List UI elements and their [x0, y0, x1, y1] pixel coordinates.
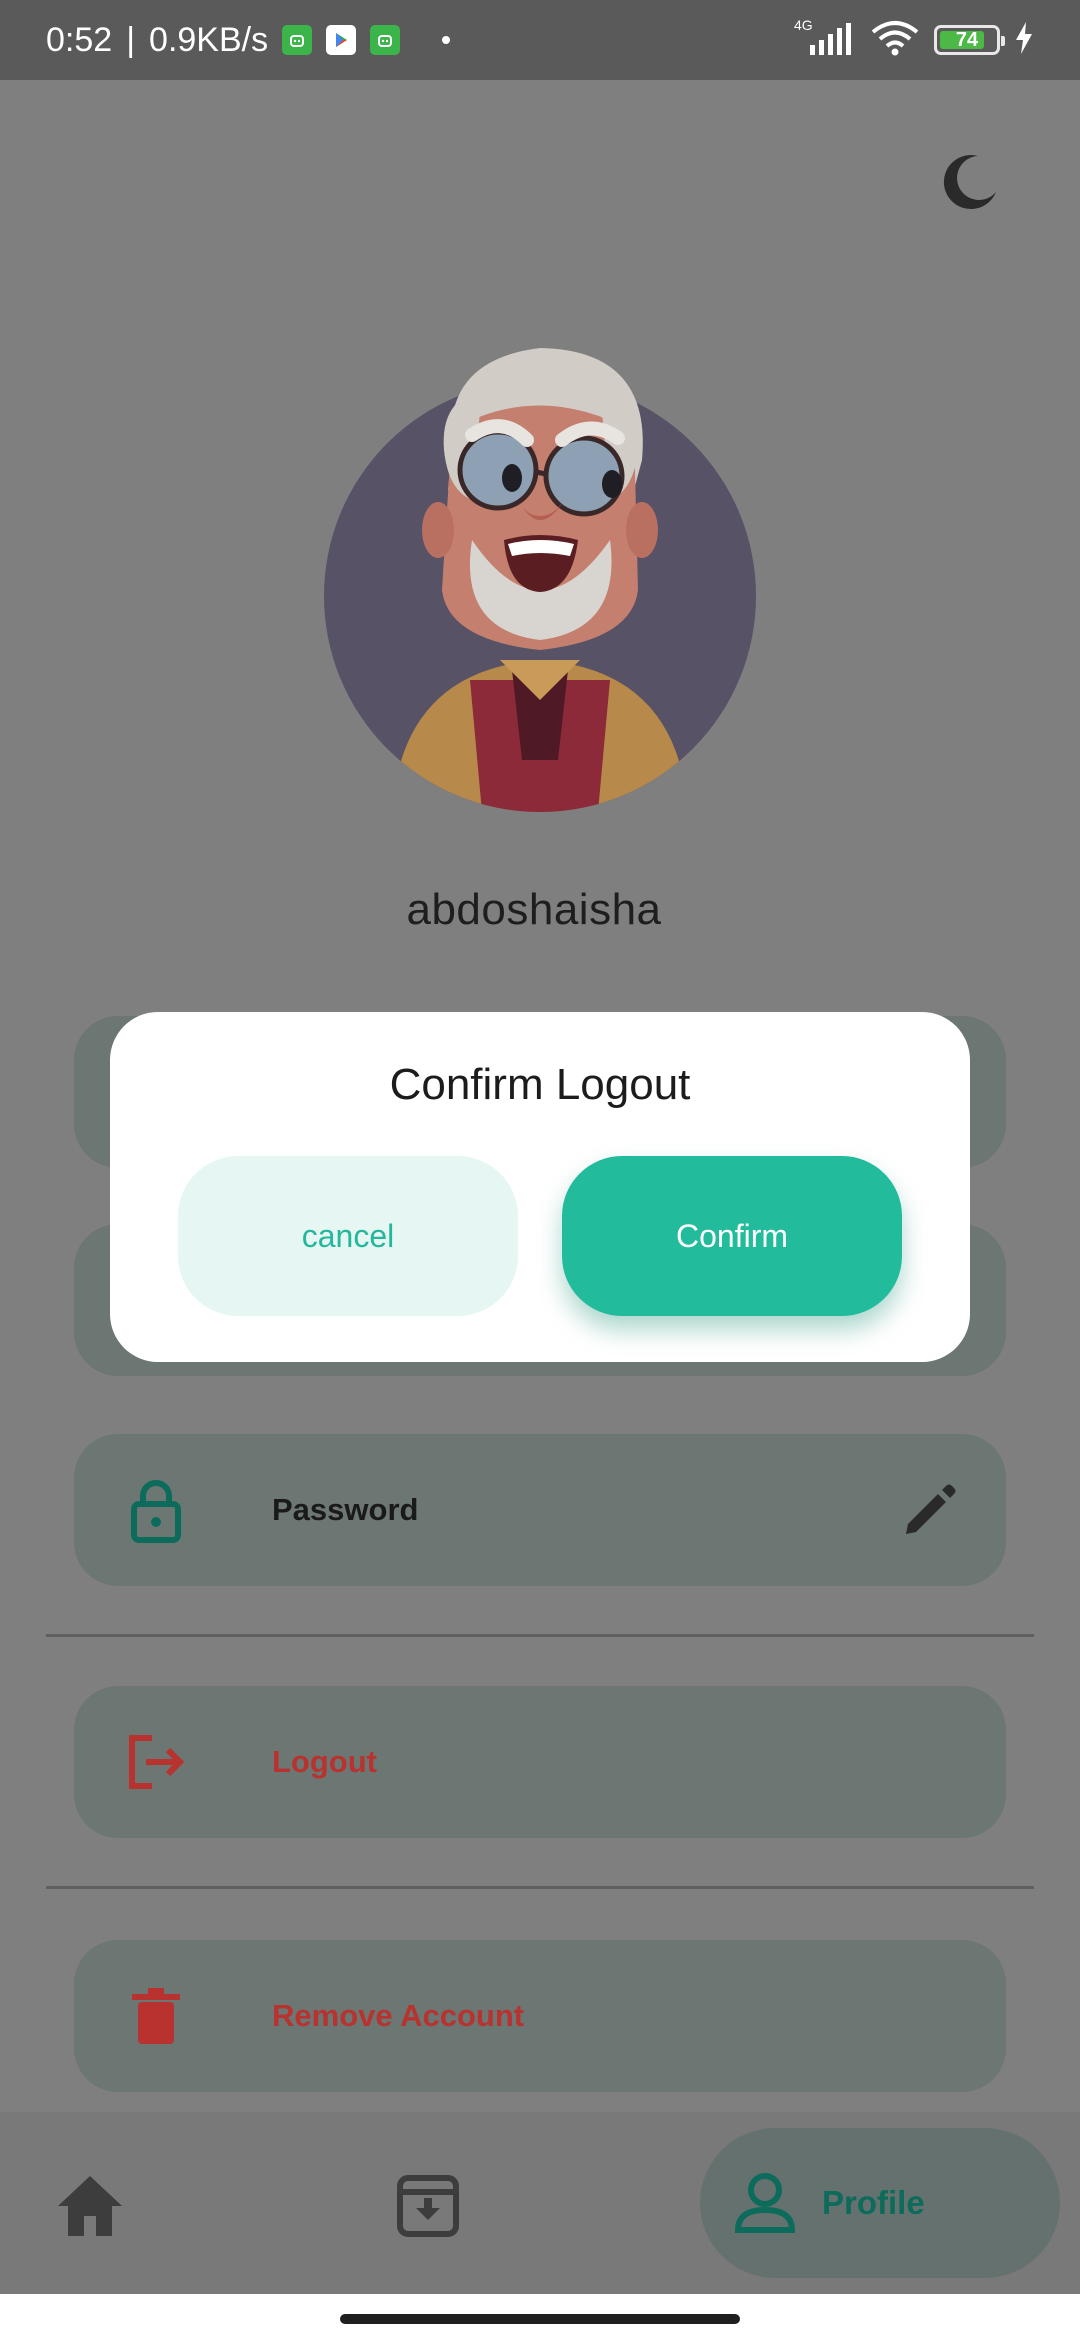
password-label: Password [272, 1492, 419, 1527]
nav-archive-button[interactable] [394, 2172, 462, 2240]
logout-label: Logout [272, 1744, 378, 1779]
lock-icon [131, 1480, 181, 1543]
wifi-icon [870, 20, 920, 61]
logout-icon [129, 1735, 185, 1789]
username: abdoshaisha [406, 885, 662, 934]
network-type: 4G [794, 17, 813, 33]
status-bar: 0:52 | 0.9KB/s 4G 74 [0, 0, 1080, 80]
battery-level: 74 [955, 28, 979, 51]
cancel-button[interactable]: cancel [178, 1156, 518, 1316]
nav-home-button[interactable] [54, 2170, 126, 2242]
status-speed: 0.9KB/s [149, 20, 269, 59]
moon-icon [943, 155, 996, 210]
status-time: 0:52 [46, 20, 113, 59]
confirm-button[interactable]: Confirm [562, 1156, 902, 1316]
logout-tile[interactable]: Logout [74, 1686, 1006, 1838]
theme-toggle-button[interactable] [940, 152, 1000, 212]
remove-account-tile[interactable]: Remove Account [74, 1940, 1006, 2092]
notification-dot-icon [442, 36, 451, 44]
charging-icon [1014, 21, 1034, 59]
remove-account-label: Remove Account [272, 1998, 525, 2033]
password-tile[interactable]: Password [74, 1434, 1006, 1586]
person-icon [734, 2173, 796, 2233]
play-store-icon [326, 25, 357, 55]
dialog-title: Confirm Logout [389, 1060, 691, 1109]
trash-icon [132, 1988, 180, 2044]
android-app-icon-2 [370, 25, 401, 55]
pencil-icon[interactable] [900, 1480, 960, 1540]
status-separator: | [126, 20, 136, 59]
confirm-logout-dialog: Confirm Logout cancel Confirm [110, 1012, 970, 1362]
battery-icon: 74 [934, 25, 1005, 55]
divider-2 [46, 1886, 1034, 1889]
avatar [322, 340, 758, 812]
home-icon [58, 2176, 122, 2236]
status-right: 4G 74 [792, 17, 1034, 61]
archive-download-icon [397, 2175, 459, 2237]
divider [46, 1634, 1034, 1637]
status-left: 0:52 | 0.9KB/s [46, 20, 451, 60]
home-indicator[interactable] [340, 2314, 740, 2324]
signal-icon: 4G [792, 17, 856, 57]
nav-profile-label: Profile [822, 2184, 925, 2221]
gesture-bar [0, 2294, 1080, 2340]
nav-profile-button[interactable]: Profile [700, 2128, 1060, 2278]
android-app-icon [282, 25, 313, 55]
